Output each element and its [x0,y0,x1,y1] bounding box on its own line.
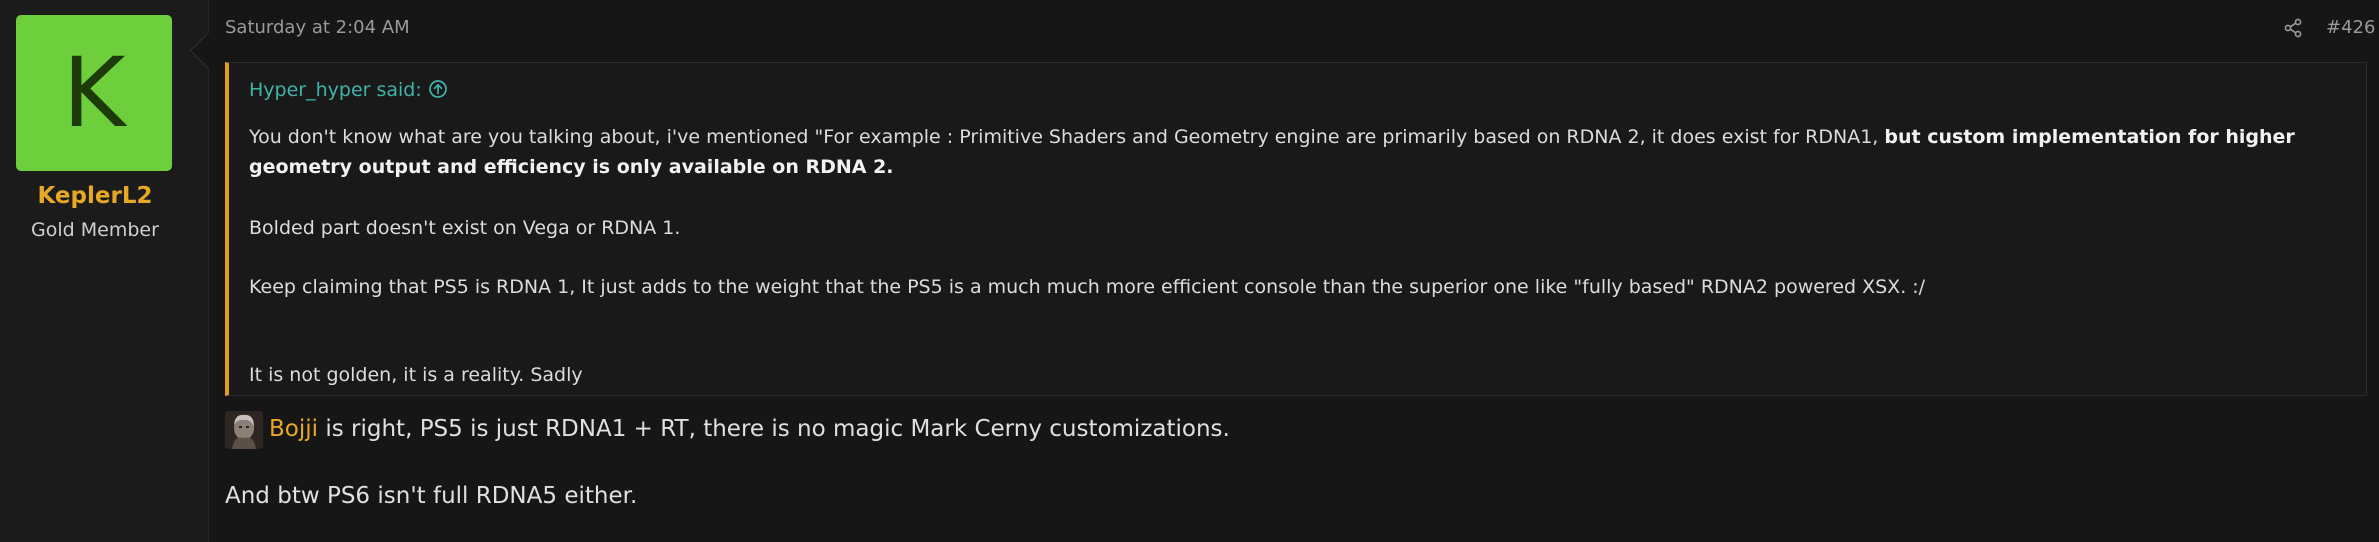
quote-block: Hyper_hyper said: You don't know what ar… [225,62,2367,396]
quote-text-normal: You don't know what are you talking abou… [249,126,1885,148]
reply-line-2: And btw PS6 isn't full RDNA5 either. [225,483,638,509]
forum-post: K KeplerL2 Gold Member Saturday at 2:04 … [0,0,2379,542]
username-link[interactable]: KeplerL2 [0,183,190,209]
arrow-up-circle-icon[interactable] [428,79,448,99]
quote-paragraph-2: Bolded part doesn't exist on Vega or RDN… [249,217,681,239]
user-sidebar: K KeplerL2 Gold Member [0,0,209,542]
reply-text: is right, PS5 is just RDNA1 + RT, there … [318,416,1230,442]
quote-paragraph-1: You don't know what are you talking abou… [249,122,2349,182]
mention-link[interactable]: Bojji [269,416,318,442]
user-avatar[interactable] [225,410,263,449]
quote-author[interactable]: Hyper_hyper said: [249,79,422,101]
quote-paragraph-3: Keep claiming that PS5 is RDNA 1, It jus… [249,276,1926,298]
share-icon[interactable] [2283,18,2303,38]
post-date[interactable]: Saturday at 2:04 AM [225,17,410,38]
post-number-link[interactable]: #426 [2326,17,2375,38]
quote-author-link[interactable]: Hyper_hyper said: [249,79,448,101]
reply-line-1: Bojji is right, PS5 is just RDNA1 + RT, … [225,409,1230,449]
user-title: Gold Member [31,219,159,241]
quote-paragraph-4: It is not golden, it is a reality. Sadly [249,364,583,386]
avatar[interactable]: K [16,15,172,171]
